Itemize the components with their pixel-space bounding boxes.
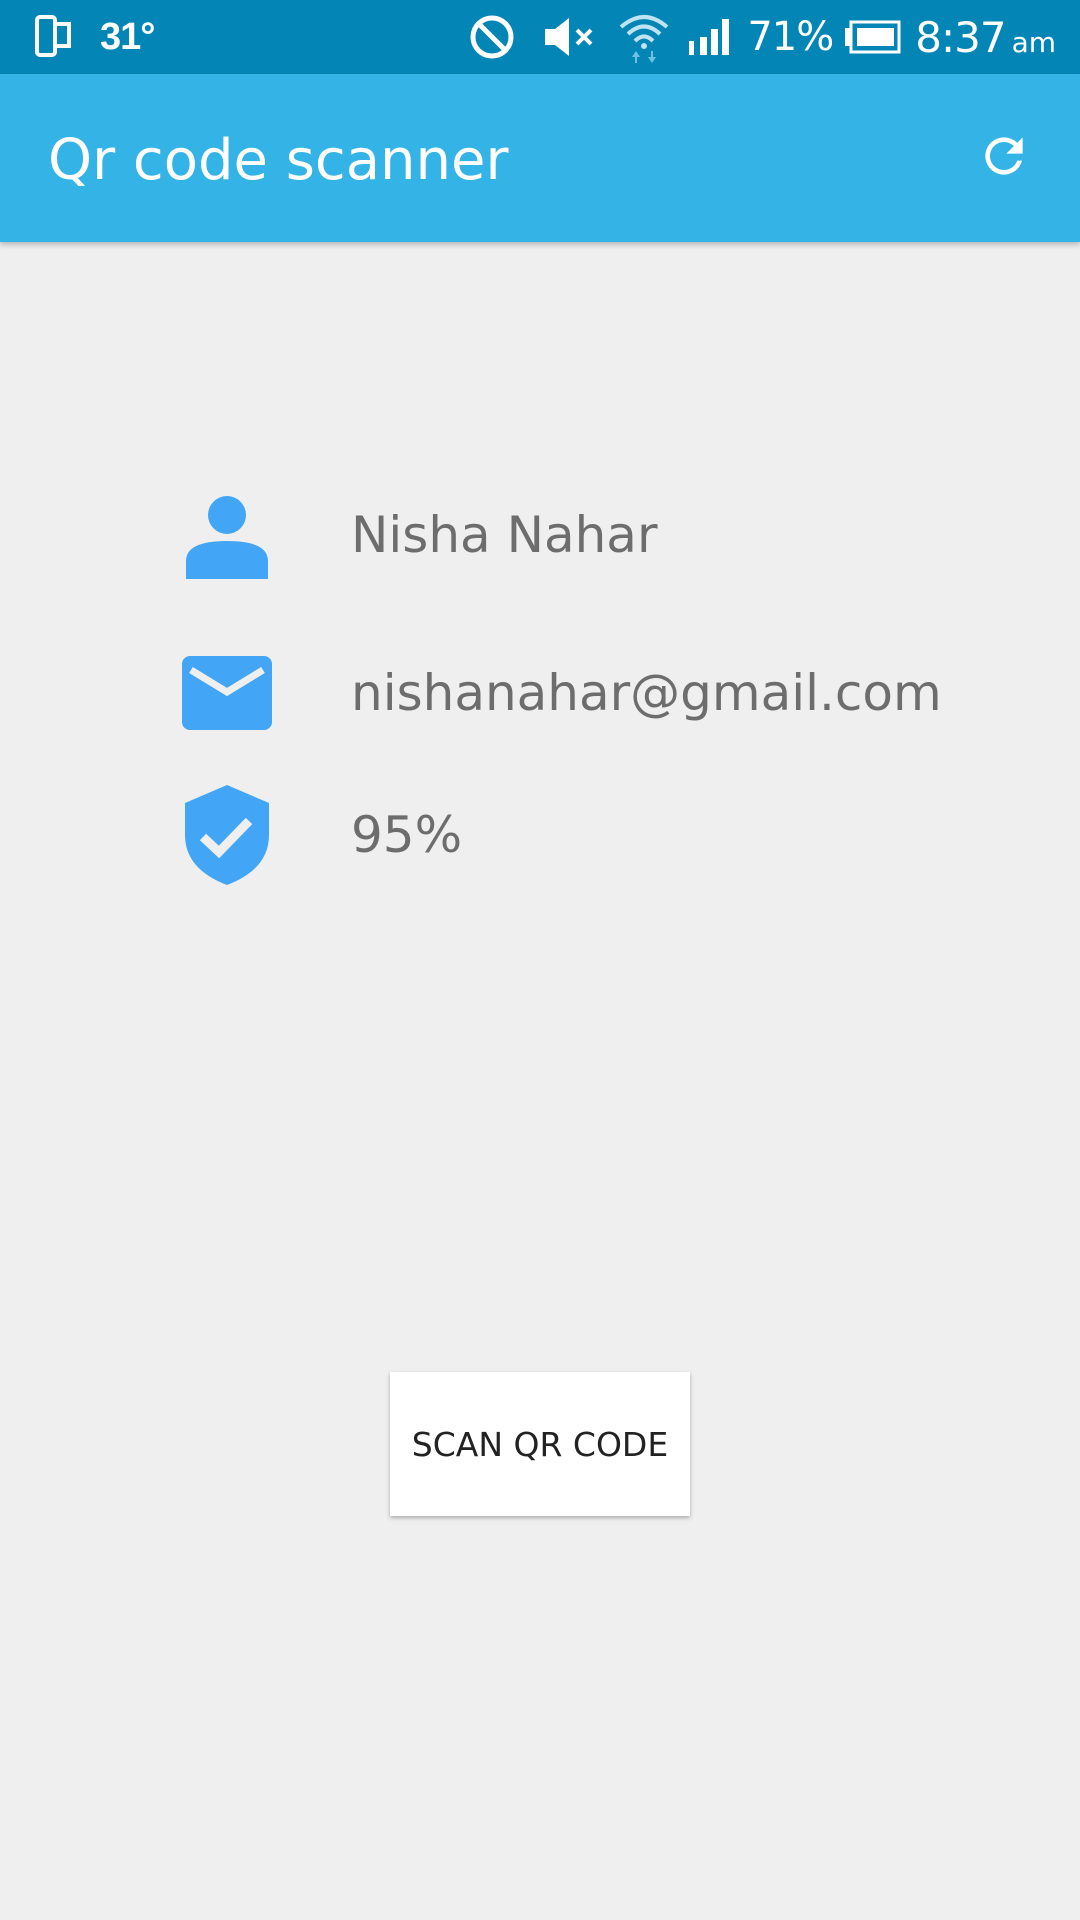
score-row: 95% (0, 780, 1080, 890)
status-bar: 31° 71% 8:37 am (0, 0, 1080, 74)
battery-icon (843, 20, 901, 54)
mute-icon (541, 14, 597, 60)
phone-rotate-icon (34, 14, 74, 60)
status-bar-right: 71% 8:37 am (469, 0, 1056, 74)
verified-shield-icon (180, 780, 274, 890)
battery-percent-text: 71% (747, 14, 834, 60)
app-bar: Qr code scanner (0, 74, 1080, 242)
name-row: Nisha Nahar (0, 480, 1080, 590)
temperature-text: 31° (100, 15, 155, 58)
status-bar-left: 31° (34, 0, 155, 74)
scan-qr-code-button[interactable]: SCAN QR CODE (390, 1372, 690, 1516)
user-name: Nisha Nahar (351, 506, 658, 564)
clock-time: 8:37 (915, 12, 1006, 62)
signal-icon (687, 17, 733, 57)
clock-am-pm: am (1011, 25, 1056, 59)
app-title: Qr code scanner (48, 128, 509, 193)
email-row: nishanahar@gmail.com (0, 638, 1080, 748)
wifi-icon (617, 11, 671, 63)
email-icon (180, 638, 274, 748)
refresh-icon (985, 137, 1023, 175)
do-not-disturb-icon (469, 14, 515, 60)
score-value: 95% (351, 806, 463, 864)
person-icon (180, 480, 274, 590)
refresh-button[interactable] (972, 124, 1036, 188)
user-email: nishanahar@gmail.com (351, 664, 942, 722)
